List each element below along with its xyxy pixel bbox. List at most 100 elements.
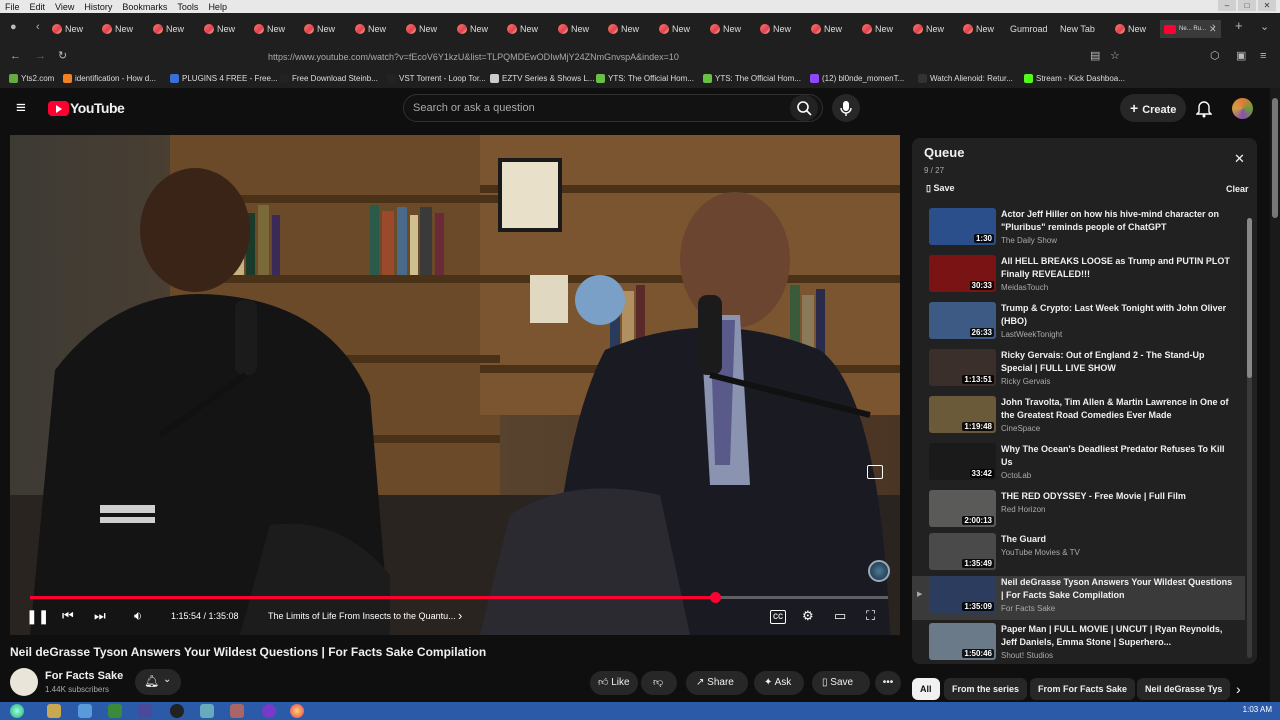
browser-tab[interactable]: New <box>710 21 741 37</box>
bookmark-item[interactable]: identification - How d... <box>63 74 156 83</box>
progress-scrubber-handle[interactable] <box>709 592 721 603</box>
queue-item[interactable]: 1:35:49 The Guard YouTube Movies & TV <box>929 533 1249 577</box>
chapter-title[interactable]: The Limits of Life From Insects to the Q… <box>268 608 456 624</box>
chip[interactable]: All <box>912 678 940 700</box>
search-input[interactable]: Search or ask a question <box>403 94 823 122</box>
guide-menu-icon[interactable]: ≡ <box>16 98 26 118</box>
forward-icon[interactable]: → <box>35 50 46 62</box>
chip[interactable]: From For Facts Sake <box>1030 678 1136 700</box>
menu-tools[interactable]: Tools <box>172 2 203 12</box>
queue-item-title[interactable]: All HELL BREAKS LOOSE as Trump and PUTIN… <box>1001 255 1233 281</box>
queue-item-thumbnail[interactable]: 1:13:51 <box>929 349 996 386</box>
queue-item-thumbnail[interactable]: 30:33 <box>929 255 996 292</box>
bookmark-item[interactable]: PLUGINS 4 FREE - Free... <box>170 74 278 83</box>
browser-tab[interactable]: New <box>52 21 83 37</box>
app-icon[interactable] <box>262 704 276 718</box>
queue-item-title[interactable]: Ricky Gervais: Out of England 2 - The St… <box>1001 349 1233 375</box>
close-queue-icon[interactable]: ✕ <box>1234 151 1245 167</box>
queue-item[interactable]: 2:00:13 THE RED ODYSSEY - Free Movie | Fu… <box>929 490 1249 534</box>
queue-item[interactable]: 1:50:46 Paper Man | FULL MOVIE | UNCUT | … <box>929 623 1249 664</box>
browser-tab[interactable]: New <box>963 21 994 37</box>
queue-item[interactable]: 30:33 All HELL BREAKS LOOSE as Trump and … <box>929 255 1249 299</box>
bookmark-item[interactable]: YTS: The Official Hom... <box>703 74 801 83</box>
channel-name[interactable]: For Facts Sake <box>45 670 123 682</box>
reader-view-icon[interactable]: ▤ <box>1090 50 1100 62</box>
previous-icon[interactable]: ⏮ <box>62 608 74 624</box>
app-icon[interactable] <box>108 704 122 718</box>
tab-scroll-left-icon[interactable]: ‹ <box>36 21 40 33</box>
browser-tab[interactable]: New <box>659 21 690 37</box>
queue-item-thumbnail[interactable]: 1:50:46 <box>929 623 996 660</box>
browser-tab[interactable]: New <box>608 21 639 37</box>
queue-item-title[interactable]: Actor Jeff Hiller on how his hive-mind c… <box>1001 208 1233 234</box>
chips-next-icon[interactable]: › <box>1236 681 1241 697</box>
bookmark-star-icon[interactable]: ☆ <box>1110 50 1120 62</box>
youtube-logo-icon[interactable] <box>48 101 69 116</box>
browser-tab[interactable]: New <box>558 21 589 37</box>
firefox-icon[interactable] <box>290 704 304 718</box>
app-icon[interactable] <box>230 704 244 718</box>
bookmark-item[interactable]: Watch Alienoid: Retur... <box>918 74 1013 83</box>
bookmark-item[interactable]: Yts2.com <box>9 74 54 83</box>
bookmark-item[interactable]: Free Download Steinb... <box>280 74 378 83</box>
chip[interactable]: Neil deGrasse Tys <box>1137 678 1231 700</box>
queue-item-thumbnail[interactable]: 26:33 <box>929 302 996 339</box>
queue-item-title[interactable]: The Guard <box>1001 533 1233 546</box>
bookmark-item[interactable]: YTS: The Official Hom... <box>596 74 694 83</box>
pause-icon[interactable]: ❚❚ <box>26 608 49 624</box>
queue-item-title[interactable]: THE RED ODYSSEY - Free Movie | Full Film <box>1001 490 1233 503</box>
subtitles-icon[interactable]: cc <box>770 610 786 624</box>
bookmark-item[interactable]: EZTV Series & Shows L... <box>490 74 594 83</box>
explorer-icon[interactable] <box>47 704 61 718</box>
notifications-bell-icon[interactable] <box>1196 100 1212 118</box>
queue-item-title[interactable]: John Travolta, Tim Allen & Martin Lawren… <box>1001 396 1233 422</box>
back-icon[interactable]: ← <box>10 50 21 62</box>
app-icon[interactable] <box>78 704 92 718</box>
queue-item-thumbnail[interactable]: 1:19:48 <box>929 396 996 433</box>
channel-avatar[interactable] <box>10 668 38 696</box>
browser-tab[interactable]: New <box>304 21 335 37</box>
queue-item-thumbnail[interactable]: 1:30 <box>929 208 996 245</box>
queue-item-thumbnail[interactable]: 1:35:49 <box>929 533 996 570</box>
queue-item-thumbnail[interactable]: 2:00:13 <box>929 490 996 527</box>
share-button[interactable]: ↗ Share <box>686 671 748 695</box>
ask-button[interactable]: ✦ Ask <box>754 671 804 695</box>
queue-scrollbar[interactable] <box>1247 218 1252 658</box>
browser-tab[interactable]: New Tab <box>1060 21 1095 37</box>
browser-tab[interactable]: New <box>254 21 285 37</box>
bookmark-item[interactable]: VST Torrent - Loop Tor... <box>387 74 486 83</box>
browser-tab[interactable]: New <box>204 21 235 37</box>
collapse-player-icon[interactable] <box>867 465 883 479</box>
browser-tab[interactable]: New <box>153 21 184 37</box>
queue-save-button[interactable]: ▯ Save <box>926 183 955 194</box>
page-scrollbar[interactable] <box>1270 88 1280 702</box>
queue-clear-button[interactable]: Clear <box>1226 184 1249 194</box>
menu-bookmarks[interactable]: Bookmarks <box>117 2 172 12</box>
start-button-icon[interactable] <box>10 704 24 718</box>
app-icon[interactable] <box>170 704 184 718</box>
channel-watermark-icon[interactable] <box>868 560 890 582</box>
reload-icon[interactable]: ↻ <box>58 50 67 62</box>
fullscreen-icon[interactable]: ⛶ <box>866 608 875 624</box>
queue-item[interactable]: 1:19:48 John Travolta, Tim Allen & Martin… <box>929 396 1249 440</box>
page-scrollbar-thumb[interactable] <box>1272 98 1278 218</box>
menu-file[interactable]: File <box>0 2 25 12</box>
theater-mode-icon[interactable]: ▭ <box>834 608 846 624</box>
like-button[interactable]: 👍︎ Like <box>590 671 638 695</box>
browser-tab[interactable]: New <box>457 21 488 37</box>
url-bar[interactable]: https://www.youtube.com/watch?v=fEcoV6Y1… <box>150 47 1130 67</box>
queue-item[interactable]: ▶ 1:35:09 Neil deGrasse Tyson Answers Your… <box>912 576 1245 620</box>
queue-item-thumbnail[interactable]: 33:42 <box>929 443 996 480</box>
video-player[interactable]: ❚❚ ⏮ ⏭ 🔉︎ 1:15:54 / 1:35:08 The Limits o… <box>10 135 900 635</box>
browser-tab[interactable]: New <box>760 21 791 37</box>
search-button[interactable] <box>790 95 818 121</box>
queue-item[interactable]: 26:33 Trump & Crypto: Last Week Tonight w… <box>929 302 1249 346</box>
app-icon[interactable] <box>138 704 152 718</box>
youtube-logo-text[interactable]: YouTube <box>70 100 125 116</box>
new-tab-icon[interactable]: + <box>1235 19 1243 32</box>
browser-tab[interactable]: New <box>1115 21 1146 37</box>
volume-icon[interactable]: 🔉︎ <box>134 608 142 624</box>
queue-item-title[interactable]: Paper Man | FULL MOVIE | UNCUT | Ryan Re… <box>1001 623 1233 649</box>
settings-gear-icon[interactable]: ⚙ <box>802 608 814 624</box>
next-icon[interactable]: ⏭ <box>94 608 106 624</box>
